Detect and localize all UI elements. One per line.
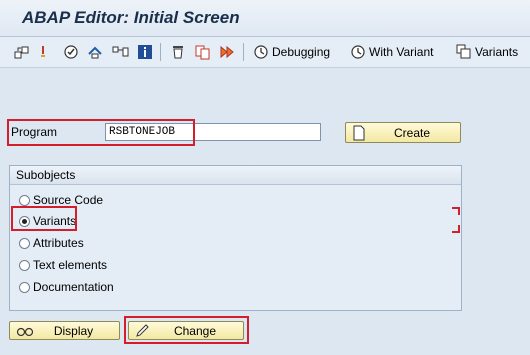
focus-corner-bottom: [452, 225, 460, 233]
with-variant-label: With Variant: [369, 45, 434, 59]
application-toolbar: Debugging With Variant Variants: [0, 37, 530, 68]
debugging-label: Debugging: [272, 45, 331, 59]
check-icon[interactable]: [63, 43, 79, 61]
debugging-button[interactable]: Debugging: [253, 43, 330, 61]
variants-label: Variants: [475, 45, 519, 59]
where-used-icon[interactable]: [37, 43, 49, 61]
radio-circle: [19, 281, 30, 293]
radio-label: Source Code: [33, 193, 104, 207]
create-document-icon: [352, 125, 366, 144]
radio-label: Documentation: [33, 280, 114, 294]
create-button[interactable]: Create: [345, 122, 461, 143]
execute-icon[interactable]: [219, 43, 237, 61]
subobjects-title: Subobjects: [16, 168, 76, 182]
radio-label: Attributes: [33, 236, 84, 250]
debug-icon: [254, 45, 268, 59]
page-title: ABAP Editor: Initial Screen: [22, 8, 240, 27]
other-object-icon[interactable]: [14, 43, 30, 61]
subobjects-group: Subobjects Source Code Variants Attribut…: [9, 165, 462, 311]
copy-icon[interactable]: [195, 43, 211, 61]
change-highlight: [124, 316, 249, 344]
variants-highlight: [11, 206, 77, 231]
delete-icon[interactable]: [171, 43, 185, 61]
radio-circle: [19, 237, 30, 249]
radio-circle: [19, 259, 30, 271]
with-variant-button[interactable]: With Variant: [350, 43, 433, 61]
radio-circle: [19, 194, 30, 206]
radio-text-elements[interactable]: Text elements: [19, 257, 107, 273]
display-glasses-icon: [16, 324, 34, 341]
test-icon[interactable]: [112, 43, 130, 61]
info-icon[interactable]: [137, 43, 153, 61]
title-bar: ABAP Editor: Initial Screen: [0, 0, 530, 37]
radio-label: Text elements: [33, 258, 108, 272]
variants-icon: [456, 44, 471, 59]
program-highlight: [7, 119, 195, 146]
variants-button[interactable]: Variants: [456, 43, 518, 61]
radio-documentation[interactable]: Documentation: [19, 279, 114, 295]
subobjects-header: Subobjects: [10, 166, 461, 185]
activate-icon[interactable]: [87, 43, 103, 61]
variant-clock-icon: [351, 45, 365, 59]
radio-attributes[interactable]: Attributes: [19, 235, 84, 251]
toolbar-separator: [160, 43, 161, 61]
focus-corner-top: [452, 207, 460, 215]
toolbar-separator: [243, 43, 244, 61]
display-button[interactable]: Display: [9, 321, 120, 340]
